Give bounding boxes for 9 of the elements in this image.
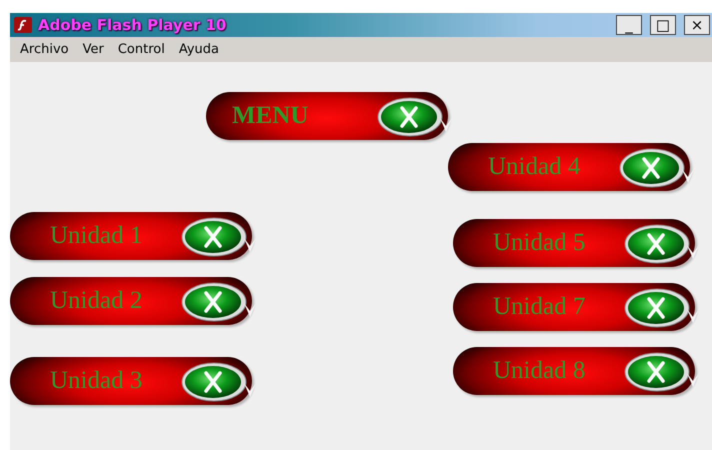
menu-item[interactable]: Ayuda	[178, 42, 220, 57]
window-control-button[interactable]: _	[616, 15, 642, 35]
flash-logo-icon	[14, 17, 32, 33]
menu-item[interactable]: Archivo	[20, 42, 69, 57]
window-control-button[interactable]: □	[650, 15, 676, 35]
window-title: Adobe Flash Player 10	[38, 16, 228, 34]
window-control-button[interactable]: ×	[684, 15, 710, 35]
menu-item[interactable]: Ver	[82, 42, 104, 57]
menu-item[interactable]: Control	[118, 42, 165, 57]
